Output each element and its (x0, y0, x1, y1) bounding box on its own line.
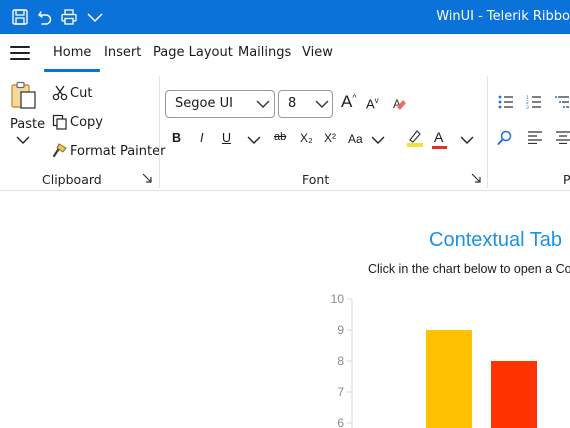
tab-mailings[interactable]: Mailings (238, 45, 291, 60)
subscript-button[interactable]: X₂ (300, 131, 313, 145)
ribbon-body: Paste Cut Copy Format Painter Clipboard … (0, 72, 570, 191)
tab-home[interactable]: Home (43, 45, 101, 72)
bold-button[interactable]: B (172, 131, 181, 145)
format-painter-label: Format Painter (70, 144, 166, 159)
font-color-glyph: A (434, 129, 444, 145)
change-case-button[interactable]: Aa (348, 132, 363, 146)
italic-button[interactable]: I (200, 131, 203, 145)
change-case-dropdown-icon[interactable] (370, 135, 386, 145)
paste-dropdown-icon[interactable] (15, 135, 31, 145)
grow-font-button[interactable]: A^ (341, 92, 357, 112)
ribbon-tab-row: Home Insert Page Layout Mailings View (0, 34, 570, 72)
paste-icon (11, 81, 36, 109)
tab-view[interactable]: View (302, 45, 333, 60)
cut-label: Cut (70, 86, 93, 101)
font-size-combobox[interactable]: 8 (278, 90, 333, 118)
shrink-font-button[interactable]: Av (366, 96, 379, 111)
column-chart[interactable]: 10 9 8 7 6 (0, 192, 570, 428)
paste-label: Paste (10, 117, 46, 132)
underline-button[interactable]: U (222, 131, 231, 145)
chart-bar[interactable] (426, 330, 472, 428)
grow-font-glyph: A (341, 92, 353, 111)
group-separator (159, 76, 160, 188)
strikethrough-button[interactable]: ab (274, 131, 286, 143)
copy-label: Copy (70, 115, 103, 130)
group-separator (487, 76, 488, 188)
tab-page-layout[interactable]: Page Layout (153, 45, 233, 60)
y-tick-label: 9 (337, 323, 344, 337)
align-center-icon[interactable] (556, 131, 570, 144)
align-left-icon[interactable] (528, 131, 542, 144)
font-family-chevron-icon (256, 100, 270, 108)
font-group-label: Font (302, 172, 330, 187)
font-family-combobox[interactable]: Segoe UI (165, 90, 275, 118)
font-color-dropdown-icon[interactable] (459, 135, 475, 145)
hamburger-menu-icon[interactable] (10, 46, 30, 60)
chart-bar[interactable] (491, 361, 537, 428)
font-size-value: 8 (288, 96, 297, 111)
font-family-value: Segoe UI (175, 96, 233, 111)
clipboard-group-label: Clipboard (42, 172, 102, 187)
document-area[interactable]: Contextual Tab Click in the chart below … (0, 192, 570, 428)
undo-icon[interactable] (36, 8, 54, 26)
tab-insert[interactable]: Insert (104, 45, 141, 60)
font-size-chevron-icon (315, 100, 329, 108)
window-title: WinUI - Telerik Ribbo (436, 9, 570, 24)
font-color-swatch (432, 146, 447, 149)
copy-icon (52, 114, 67, 130)
y-tick-label: 7 (337, 385, 344, 399)
multilevel-list-icon[interactable] (554, 95, 570, 109)
shrink-font-glyph: A (366, 96, 375, 112)
numbering-icon[interactable]: 123 (526, 95, 542, 109)
scissors-icon (52, 85, 68, 101)
highlighter-icon[interactable] (406, 128, 424, 148)
svg-text:3: 3 (526, 105, 529, 109)
clear-formatting-icon[interactable]: A (392, 96, 408, 112)
bullets-icon[interactable] (498, 95, 514, 109)
font-dialog-launcher-icon[interactable] (470, 172, 482, 184)
y-tick-label: 8 (337, 354, 344, 368)
customize-chevron-icon[interactable] (86, 8, 104, 26)
save-icon[interactable] (11, 8, 29, 26)
title-bar: WinUI - Telerik Ribbo (0, 0, 570, 34)
y-tick-label: 10 (331, 292, 345, 306)
paragraph-group-label: P (563, 172, 570, 187)
format-painter-icon (52, 143, 67, 158)
y-tick-label: 6 (337, 416, 344, 428)
find-icon[interactable] (497, 130, 513, 146)
print-icon[interactable] (60, 8, 78, 26)
superscript-button[interactable]: X² (324, 131, 336, 145)
clipboard-dialog-launcher-icon[interactable] (141, 172, 153, 184)
underline-dropdown-icon[interactable] (246, 135, 262, 145)
